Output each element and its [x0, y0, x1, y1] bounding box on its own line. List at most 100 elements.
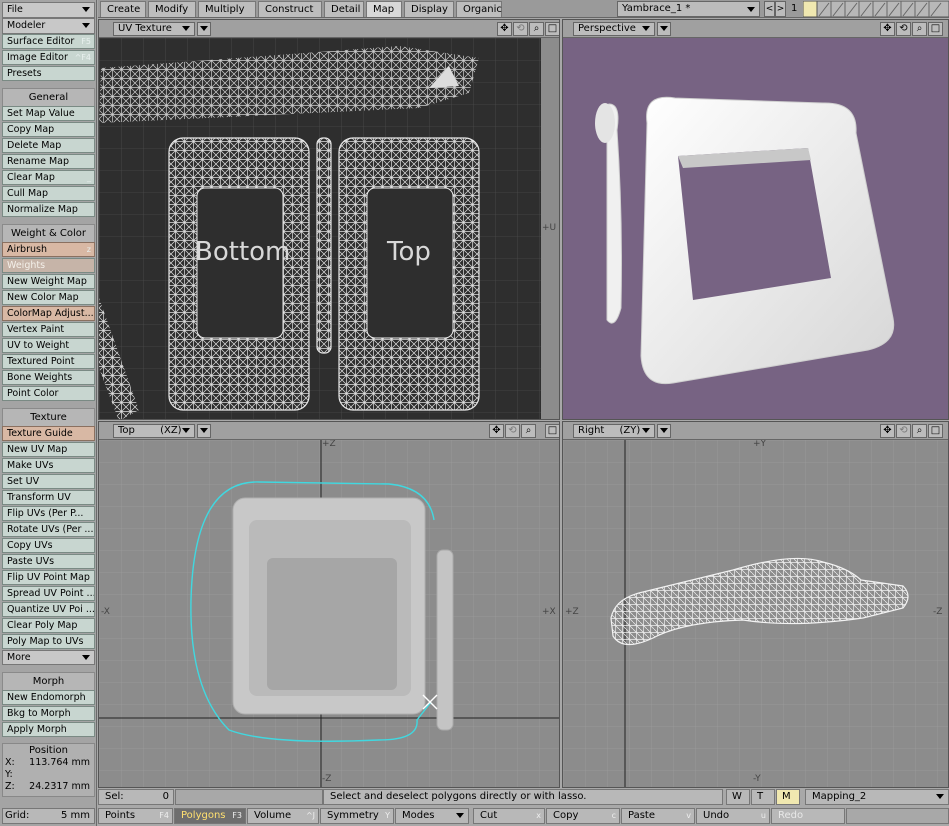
zoom-view-icon[interactable]: ⌕ [912, 424, 927, 438]
zoom-view-icon[interactable]: ⌕ [521, 424, 536, 438]
tab-detail[interactable]: Detail [324, 1, 364, 17]
tool-presets[interactable]: Presets [2, 66, 95, 81]
tool-rotate-uvs-per[interactable]: Rotate UVs (Per ... [2, 522, 95, 537]
tool-weights[interactable]: Weights [2, 258, 95, 273]
polygons-mode-button[interactable]: Polygons F3 [174, 808, 246, 824]
tab-multiply[interactable]: Multiply [198, 1, 256, 17]
rotate-view-icon[interactable]: ⟲ [896, 22, 911, 36]
tool-new-endomorph[interactable]: New Endomorph [2, 690, 95, 705]
layer-slots-graphic[interactable] [802, 0, 949, 18]
paste-button[interactable]: Paste v [621, 808, 695, 824]
viewport-uv-texture[interactable]: Bottom Top +U UV Texture ✥ ⟲ ⌕ □ [98, 19, 560, 420]
tool-copy-uvs[interactable]: Copy UVs [2, 538, 95, 553]
viewport-perspective[interactable]: Perspective ✥ ⟲ ⌕ □ [562, 19, 949, 420]
tool-copy-map[interactable]: Copy Map [2, 122, 95, 137]
tool-vertex-paint[interactable]: Vertex Paint [2, 322, 95, 337]
points-mode-button[interactable]: Points F4 [98, 808, 173, 824]
view-type-select[interactable]: Perspective [573, 22, 655, 36]
symmetry-toggle[interactable]: Symmetry Y [320, 808, 394, 824]
zoom-view-icon[interactable]: ⌕ [912, 22, 927, 36]
render-mode-select[interactable] [197, 424, 211, 438]
move-view-icon[interactable]: ✥ [497, 22, 512, 36]
tool-cull-map[interactable]: Cull Map [2, 186, 95, 201]
tool-clear-poly-map[interactable]: Clear Poly Map [2, 618, 95, 633]
vmap-select[interactable]: Mapping_2 [805, 789, 949, 805]
modeler-menu[interactable]: Modeler [2, 18, 95, 34]
tool-paste-uvs[interactable]: Paste UVs [2, 554, 95, 569]
rotate-view-icon[interactable]: ⟲ [896, 424, 911, 438]
undo-button[interactable]: Undo u [696, 808, 770, 824]
tab-create[interactable]: Create [100, 1, 146, 17]
modes-menu[interactable]: Modes [395, 808, 469, 824]
zoom-view-icon[interactable]: ⌕ [529, 22, 544, 36]
tool-uv-to-weight[interactable]: UV to Weight [2, 338, 95, 353]
object-selector[interactable]: Yambrace_1 * [617, 1, 760, 17]
tool-poly-map-to-uvs[interactable]: Poly Map to UVs [2, 634, 95, 649]
tab-modify[interactable]: Modify [148, 1, 196, 17]
tool-spread-uv-point[interactable]: Spread UV Point ... [2, 586, 95, 601]
tab-organic[interactable]: Organic [456, 1, 502, 17]
tool-apply-morph[interactable]: Apply Morph [2, 722, 95, 737]
top-view-canvas[interactable] [99, 440, 560, 788]
texture-header[interactable]: Texture [2, 408, 95, 427]
maximize-view-icon[interactable]: □ [545, 424, 559, 438]
viewport-right[interactable]: +Y -Y +Z -Z Right (ZY) ✥ ⟲ ⌕ □ [562, 421, 949, 788]
rotate-view-icon[interactable]: ⟲ [505, 424, 520, 438]
weight-map-button[interactable]: W [726, 789, 750, 805]
render-mode-select[interactable] [197, 22, 211, 36]
tool-transform-uv[interactable]: Transform UV [2, 490, 95, 505]
weight-color-header[interactable]: Weight & Color [2, 224, 95, 243]
tool-flip-uv-point-map[interactable]: Flip UV Point Map [2, 570, 95, 585]
file-menu[interactable]: File [2, 2, 95, 18]
tool-new-color-map[interactable]: New Color Map [2, 290, 95, 305]
general-header[interactable]: General [2, 88, 95, 107]
tool-normalize-map[interactable]: Normalize Map [2, 202, 95, 217]
viewport-top[interactable]: +Z -Z -X +X Top (XZ) ✥ ⟲ ⌕ □ [98, 421, 560, 788]
move-view-icon[interactable]: ✥ [880, 424, 895, 438]
tab-map[interactable]: Map [366, 1, 402, 17]
tool-make-uvs[interactable]: Make UVs [2, 458, 95, 473]
tab-display[interactable]: Display [404, 1, 454, 17]
texture-map-button[interactable]: T [751, 789, 775, 805]
view-type-select[interactable]: UV Texture [113, 22, 195, 36]
render-mode-select[interactable] [657, 22, 671, 36]
tab-construct[interactable]: Construct [258, 1, 322, 17]
uv-map-canvas[interactable]: Bottom Top [99, 38, 560, 420]
tool-rename-map[interactable]: Rename Map [2, 154, 95, 169]
tool-delete-map[interactable]: Delete Map [2, 138, 95, 153]
maximize-view-icon[interactable]: □ [928, 424, 943, 438]
maximize-view-icon[interactable]: □ [545, 22, 559, 36]
tool-quantize-uv-poi[interactable]: Quantize UV Poi ... [2, 602, 95, 617]
tool-set-uv[interactable]: Set UV [2, 474, 95, 489]
tool-flip-uvs-per-p[interactable]: Flip UVs (Per P... [2, 506, 95, 521]
rotate-view-icon[interactable]: ⟲ [513, 22, 528, 36]
tool-texture-guide[interactable]: Texture Guide [2, 426, 95, 441]
render-mode-select[interactable] [657, 424, 671, 438]
more-menu[interactable]: More [2, 650, 95, 665]
cut-button[interactable]: Cut x [473, 808, 545, 824]
tool-bone-weights[interactable]: Bone Weights [2, 370, 95, 385]
perspective-canvas[interactable] [563, 38, 949, 420]
tool-textured-point[interactable]: Textured Point [2, 354, 95, 369]
tool-bkg-to-morph[interactable]: Bkg to Morph [2, 706, 95, 721]
morph-map-button[interactable]: M [776, 789, 800, 805]
prev-layer-button[interactable]: < [764, 1, 775, 17]
morph-header[interactable]: Morph [2, 672, 95, 691]
next-layer-button[interactable]: > [775, 1, 786, 17]
redo-button[interactable]: Redo [771, 808, 845, 824]
tool-new-weight-map[interactable]: New Weight Map [2, 274, 95, 289]
tool-colormap-adjust[interactable]: ColorMap Adjust... [2, 306, 95, 321]
volume-mode-button[interactable]: Volume ^J [247, 808, 319, 824]
tool-clear-map[interactable]: Clear Map _ [2, 170, 95, 185]
maximize-view-icon[interactable]: □ [928, 22, 943, 36]
tool-surface-editor[interactable]: Surface Editor F5 [2, 34, 95, 49]
tool-new-uv-map[interactable]: New UV Map [2, 442, 95, 457]
tool-image-editor[interactable]: Image Editor ^F4 [2, 50, 95, 65]
tool-airbrush[interactable]: Airbrush z [2, 242, 95, 257]
move-view-icon[interactable]: ✥ [880, 22, 895, 36]
view-type-select[interactable]: Right (ZY) [573, 424, 655, 438]
tool-point-color[interactable]: Point Color [2, 386, 95, 401]
copy-button[interactable]: Copy c [546, 808, 620, 824]
move-view-icon[interactable]: ✥ [489, 424, 504, 438]
right-view-canvas[interactable] [563, 440, 949, 788]
